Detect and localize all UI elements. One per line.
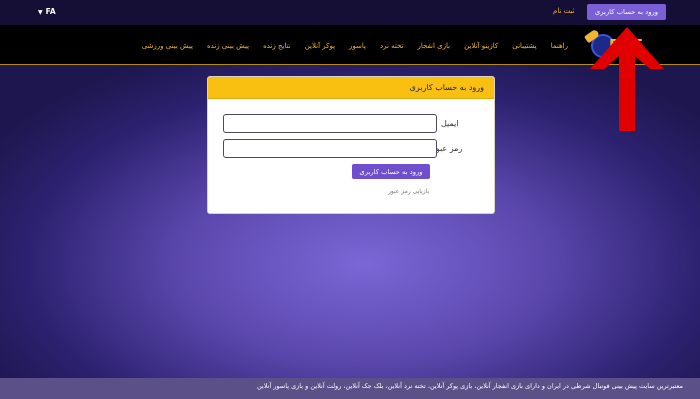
nav-item-online-poker[interactable]: پوکر آنلاین [305, 42, 335, 50]
nav-item-sports-betting[interactable]: پیش بینی ورزشی [142, 42, 193, 50]
language-selector[interactable]: ▼ FA [38, 7, 56, 16]
nav-item-backgammon[interactable]: تخته نرد [380, 42, 404, 50]
email-label: ایمیل [441, 119, 459, 128]
caret-down-icon: ▼ [38, 9, 43, 16]
top-bar: ▼ FA ثبت نام ورود به حساب کاربری [0, 0, 700, 25]
nav-item-help[interactable]: راهنما [551, 42, 568, 50]
password-field[interactable] [223, 139, 437, 158]
nav-item-support[interactable]: پشتیبانی [512, 42, 536, 50]
login-card-title: ورود به حساب کاربری [208, 77, 494, 99]
footer: معتبرترین سایت پیش بینی فوتبال شرطی در ا… [0, 378, 700, 399]
nav-item-crash-game[interactable]: بازی انفجار [417, 42, 450, 50]
footer-text: معتبرترین سایت پیش بینی فوتبال شرطی در ا… [256, 382, 683, 390]
email-field[interactable] [223, 114, 437, 133]
nav-item-pasur[interactable]: پاسور [349, 42, 366, 50]
forgot-password-link[interactable]: بازیابی رمز عبور [388, 188, 429, 195]
nav-menu: پیش بینی ورزشی پیش بینی زنده نتایج زنده … [142, 42, 568, 50]
nav-item-live-betting[interactable]: پیش بینی زنده [207, 42, 249, 50]
login-button[interactable]: ورود به حساب کاربری [587, 4, 666, 20]
nav-item-online-casino[interactable]: کازینو آنلاین [464, 42, 498, 50]
nav-item-live-scores[interactable]: نتایج زنده [263, 42, 291, 50]
language-label: FA [45, 7, 56, 16]
red-arrow-up-icon [590, 27, 664, 131]
register-link[interactable]: ثبت نام [553, 7, 575, 15]
login-card: ورود به حساب کاربری ایمیل رمز عبور ورود … [207, 76, 495, 214]
submit-login-button[interactable]: ورود به حساب کاربری [352, 164, 430, 179]
